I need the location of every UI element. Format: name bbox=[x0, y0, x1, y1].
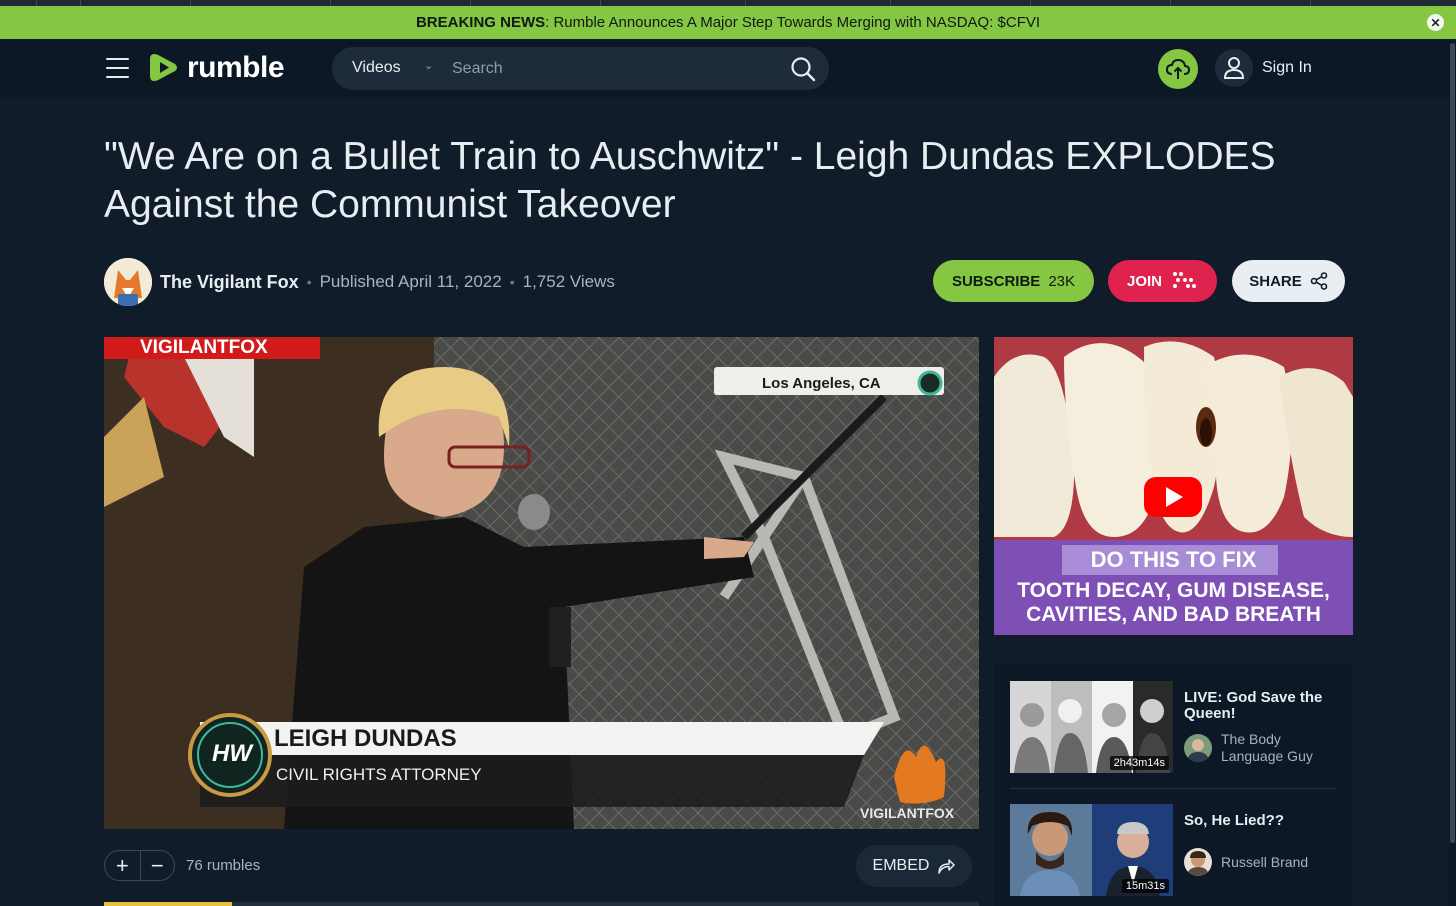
brand-tag-text: VIGILANTFOX bbox=[140, 337, 268, 358]
hamburger-menu-icon[interactable] bbox=[106, 58, 129, 78]
breaking-news-banner[interactable]: BREAKING NEWS: Rumble Announces A Major … bbox=[0, 6, 1456, 39]
embed-button[interactable]: EMBED bbox=[856, 845, 972, 887]
related-channel-name: The Body Language Guy bbox=[1221, 731, 1313, 764]
content-progress-strip bbox=[104, 902, 979, 906]
related-video-thumbnail[interactable]: 15m31s bbox=[1010, 804, 1173, 896]
related-video-thumbnail[interactable]: 2h43m14s bbox=[1010, 681, 1173, 773]
rumble-logo[interactable]: rumble bbox=[148, 50, 285, 85]
banner-close-button[interactable]: ✕ bbox=[1427, 14, 1444, 31]
join-button[interactable]: JOIN bbox=[1108, 260, 1217, 302]
chevron-down-icon[interactable]: ⌄ bbox=[424, 59, 433, 72]
video-player[interactable]: VIGILANTFOX Los Angeles, CA HW LEIGH DUN… bbox=[104, 337, 979, 829]
page-scrollbar[interactable] bbox=[1449, 39, 1456, 906]
channel-avatar[interactable] bbox=[104, 258, 152, 306]
ad-line-3: CAVITIES, AND BAD BREATH bbox=[1026, 603, 1321, 626]
related-videos: 2h43m14s LIVE: God Save the Queen! The B… bbox=[994, 665, 1353, 906]
share-icon bbox=[1310, 272, 1328, 290]
published-date: Published April 11, 2022 bbox=[319, 272, 502, 291]
view-count: 1,752 Views bbox=[522, 272, 615, 291]
site-header: rumble Videos ⌄ Sign In bbox=[0, 39, 1456, 98]
divider bbox=[1010, 788, 1336, 789]
close-icon: ✕ bbox=[1430, 15, 1441, 30]
search-category-select[interactable]: Videos bbox=[352, 59, 401, 77]
search-icon[interactable] bbox=[790, 56, 816, 82]
related-video-duration: 15m31s bbox=[1121, 879, 1169, 893]
related-video-title[interactable]: LIVE: God Save the Queen! bbox=[1184, 690, 1334, 722]
upload-cloud-icon bbox=[1165, 58, 1191, 79]
related-video-item[interactable]: 2h43m14s LIVE: God Save the Queen! The B… bbox=[1010, 681, 1336, 773]
ad-banner[interactable]: DO THIS TO FIX TOOTH DECAY, GUM DISEASE,… bbox=[994, 337, 1353, 635]
sign-in-label: Sign In bbox=[1262, 59, 1312, 76]
sign-in-button[interactable]: Sign In bbox=[1215, 49, 1312, 87]
subscribe-label: SUBSCRIBE bbox=[951, 272, 1041, 290]
upload-button[interactable] bbox=[1158, 49, 1198, 89]
related-video-item[interactable]: 15m31s So, He Lied?? Russell Brand bbox=[1010, 804, 1336, 896]
related-channel-name: Russell Brand bbox=[1221, 853, 1309, 870]
join-label: JOIN bbox=[1126, 272, 1162, 290]
embed-label: EMBED bbox=[872, 857, 930, 874]
search-bar: Videos ⌄ bbox=[332, 47, 829, 90]
subscribe-button[interactable]: SUBSCRIBE 23K bbox=[933, 260, 1094, 302]
subscriber-count: 23K bbox=[1048, 272, 1076, 290]
video-meta: The Vigilant Fox • Published April 11, 2… bbox=[104, 258, 615, 306]
separator-dot: • bbox=[306, 274, 312, 290]
related-video-title[interactable]: So, He Lied?? bbox=[1184, 813, 1334, 829]
location-tag: Los Angeles, CA bbox=[762, 375, 881, 392]
lower-third-badge: HW bbox=[212, 740, 252, 767]
rumble-play-icon bbox=[150, 54, 177, 81]
vote-buttons: + − bbox=[104, 850, 175, 881]
locals-icon bbox=[1173, 272, 1196, 288]
video-title: "We Are on a Bullet Train to Auschwitz" … bbox=[104, 135, 1276, 226]
channel-name[interactable]: The Vigilant Fox bbox=[160, 272, 299, 293]
related-video-channel[interactable]: The Body Language Guy bbox=[1184, 731, 1321, 765]
banner-text: BREAKING NEWS: Rumble Announces A Major … bbox=[416, 14, 1040, 31]
related-video-duration: 2h43m14s bbox=[1109, 756, 1169, 770]
share-label: SHARE bbox=[1249, 272, 1302, 290]
logo-text: rumble bbox=[187, 50, 285, 84]
separator-dot: • bbox=[509, 274, 515, 290]
search-input[interactable] bbox=[442, 50, 772, 87]
related-video-channel[interactable]: Russell Brand bbox=[1184, 848, 1321, 876]
lower-third-role: CIVIL RIGHTS ATTORNEY bbox=[276, 765, 482, 784]
rumbles-count: 76 rumbles bbox=[186, 857, 261, 874]
embed-arrow-icon bbox=[938, 859, 956, 874]
banner-label: BREAKING NEWS bbox=[415, 14, 546, 31]
channel-avatar bbox=[1184, 734, 1212, 762]
share-button[interactable]: SHARE bbox=[1232, 260, 1345, 302]
channel-avatar bbox=[1184, 848, 1212, 876]
user-icon bbox=[1215, 49, 1253, 87]
rumble-vote: + − 76 rumbles bbox=[104, 850, 260, 881]
upvote-plus-icon[interactable]: + bbox=[105, 851, 140, 880]
ad-line-1: DO THIS TO FIX bbox=[1090, 547, 1257, 572]
watermark-text: VIGILANTFOX bbox=[860, 805, 955, 821]
ad-line-2: TOOTH DECAY, GUM DISEASE, bbox=[1017, 579, 1330, 602]
lower-third-name: LEIGH DUNDAS bbox=[274, 725, 457, 752]
banner-message: : Rumble Announces A Major Step Towards … bbox=[545, 14, 1041, 31]
downvote-minus-icon[interactable]: − bbox=[139, 851, 175, 880]
